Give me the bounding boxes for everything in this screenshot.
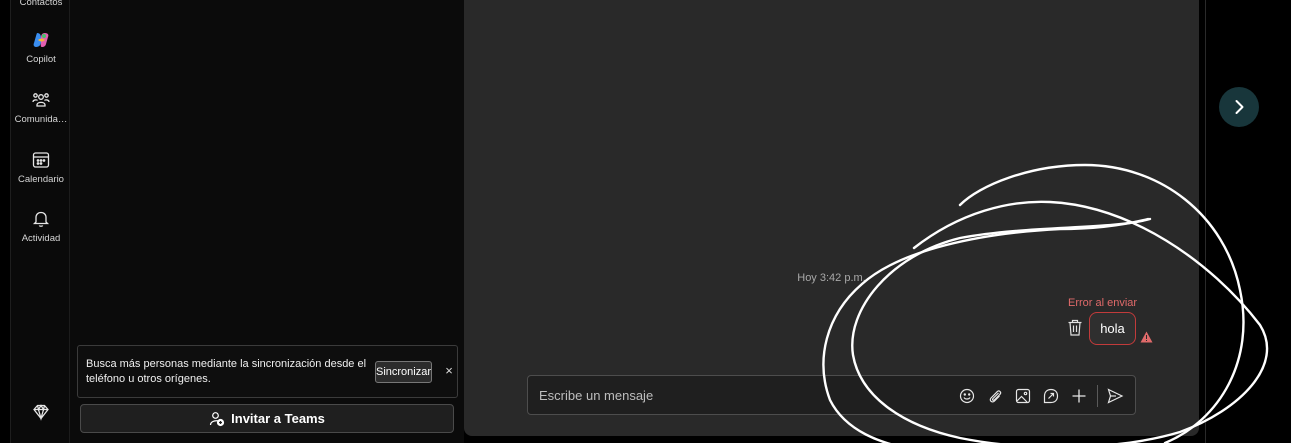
sync-banner-text: Busca más personas mediante la sincroniz… bbox=[86, 358, 367, 385]
copilot-icon bbox=[33, 33, 49, 47]
warning-icon bbox=[1140, 331, 1153, 343]
attach-icon[interactable] bbox=[985, 386, 1005, 406]
send-icon[interactable] bbox=[1105, 386, 1125, 406]
invite-button-label: Invitar a Teams bbox=[231, 411, 325, 426]
plus-icon[interactable] bbox=[1069, 386, 1089, 406]
conversation-list-pane: Busca más personas mediante la sincroniz… bbox=[70, 0, 464, 443]
chat-pane: Hoy 3:42 p.m. Error al enviar hola bbox=[464, 0, 1199, 436]
app-rail: Contactos Copilot Comunida… Calendario A… bbox=[10, 0, 70, 443]
communities-icon bbox=[32, 93, 50, 107]
image-icon[interactable] bbox=[1013, 386, 1033, 406]
rail-item-communities[interactable]: Comunida… bbox=[11, 90, 71, 125]
rail-item-label: Actividad bbox=[21, 233, 61, 244]
message-timestamp: Hoy 3:42 p.m. bbox=[797, 272, 866, 284]
message-composer bbox=[527, 375, 1136, 415]
message-input[interactable] bbox=[539, 385, 939, 405]
rail-item-calendar[interactable]: Calendario bbox=[11, 150, 71, 185]
rail-item-copilot[interactable]: Copilot bbox=[11, 30, 71, 65]
rail-item-premium[interactable] bbox=[11, 402, 71, 422]
sync-button[interactable]: Sincronizar bbox=[375, 361, 432, 383]
next-button[interactable] bbox=[1219, 87, 1259, 127]
rail-item-label: Comunida… bbox=[14, 114, 68, 125]
rail-item-activity[interactable]: Actividad bbox=[11, 209, 71, 244]
emoji-icon[interactable] bbox=[957, 386, 977, 406]
close-icon[interactable]: × bbox=[442, 362, 456, 380]
loop-icon[interactable] bbox=[1041, 386, 1061, 406]
trash-icon[interactable] bbox=[1066, 318, 1084, 338]
person-add-icon bbox=[210, 411, 225, 426]
send-error-label: Error al enviar bbox=[1068, 297, 1138, 309]
rail-item-contacts-label[interactable]: Contactos bbox=[11, 0, 71, 8]
chevron-right-icon bbox=[1235, 100, 1244, 114]
pane-divider bbox=[1205, 0, 1206, 443]
composer-divider bbox=[1097, 385, 1098, 407]
rail-item-label: Calendario bbox=[18, 174, 64, 185]
sync-contacts-banner: Busca más personas mediante la sincroniz… bbox=[77, 345, 458, 398]
rail-item-label: Copilot bbox=[26, 54, 56, 65]
bell-icon bbox=[32, 211, 50, 227]
window-edge bbox=[0, 0, 10, 443]
calendar-icon bbox=[32, 152, 50, 168]
diamond-icon bbox=[33, 404, 49, 421]
message-bubble[interactable]: hola bbox=[1089, 312, 1136, 345]
invite-to-teams-button[interactable]: Invitar a Teams bbox=[80, 404, 454, 433]
